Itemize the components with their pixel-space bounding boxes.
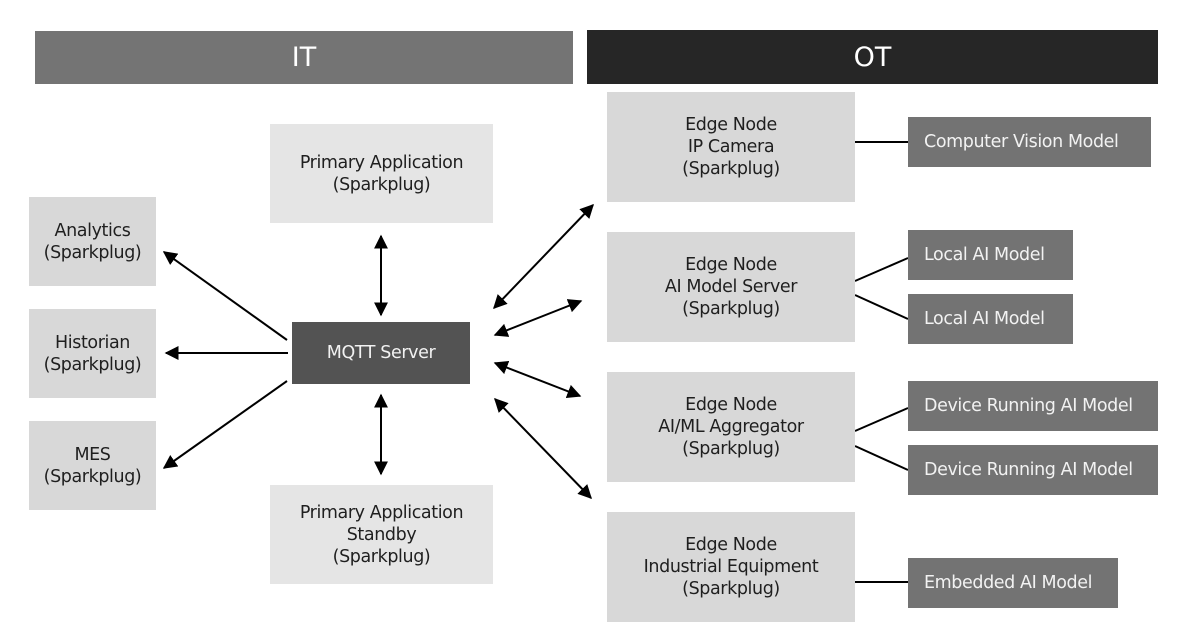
primary-application-node: Primary Application (Sparkplug) [270, 124, 493, 223]
analytics-node: Analytics (Sparkplug) [29, 197, 156, 286]
it-section-header: IT [35, 31, 573, 84]
arrow-mqtt-edge-ai-model-server [493, 299, 583, 337]
link-aggregator-device-2 [854, 445, 909, 471]
ot-section-header: OT [587, 30, 1158, 84]
arrow-mqtt-to-mes [162, 380, 288, 469]
arrow-mqtt-edge-ai-ml-aggregator [493, 361, 582, 398]
link-ai-server-local-model-1 [854, 257, 909, 282]
edge-node-ai-ml-aggregator: Edge Node AI/ML Aggregator (Sparkplug) [607, 372, 855, 482]
arrow-mqtt-edge-ip-camera [493, 203, 594, 310]
local-ai-model-2: Local AI Model [908, 294, 1073, 344]
historian-node: Historian (Sparkplug) [29, 309, 156, 398]
primary-application-standby-node: Primary Application Standby (Sparkplug) [270, 485, 493, 584]
local-ai-model-1: Local AI Model [908, 230, 1073, 280]
device-running-ai-model-1: Device Running AI Model [908, 381, 1158, 431]
embedded-ai-model: Embedded AI Model [908, 558, 1118, 608]
arrow-mqtt-edge-industrial-equipment [494, 397, 592, 500]
edge-node-industrial-equipment: Edge Node Industrial Equipment (Sparkplu… [607, 512, 855, 622]
edge-node-ip-camera: Edge Node IP Camera (Sparkplug) [607, 92, 855, 202]
link-aggregator-device-1 [854, 407, 909, 432]
mes-node: MES (Sparkplug) [29, 421, 156, 510]
arrow-mqtt-to-analytics [162, 251, 288, 341]
mqtt-server-node: MQTT Server [292, 322, 470, 384]
link-ai-server-local-model-2 [854, 294, 909, 320]
device-running-ai-model-2: Device Running AI Model [908, 445, 1158, 495]
edge-node-ai-model-server: Edge Node AI Model Server (Sparkplug) [607, 232, 855, 342]
computer-vision-model: Computer Vision Model [908, 117, 1151, 167]
